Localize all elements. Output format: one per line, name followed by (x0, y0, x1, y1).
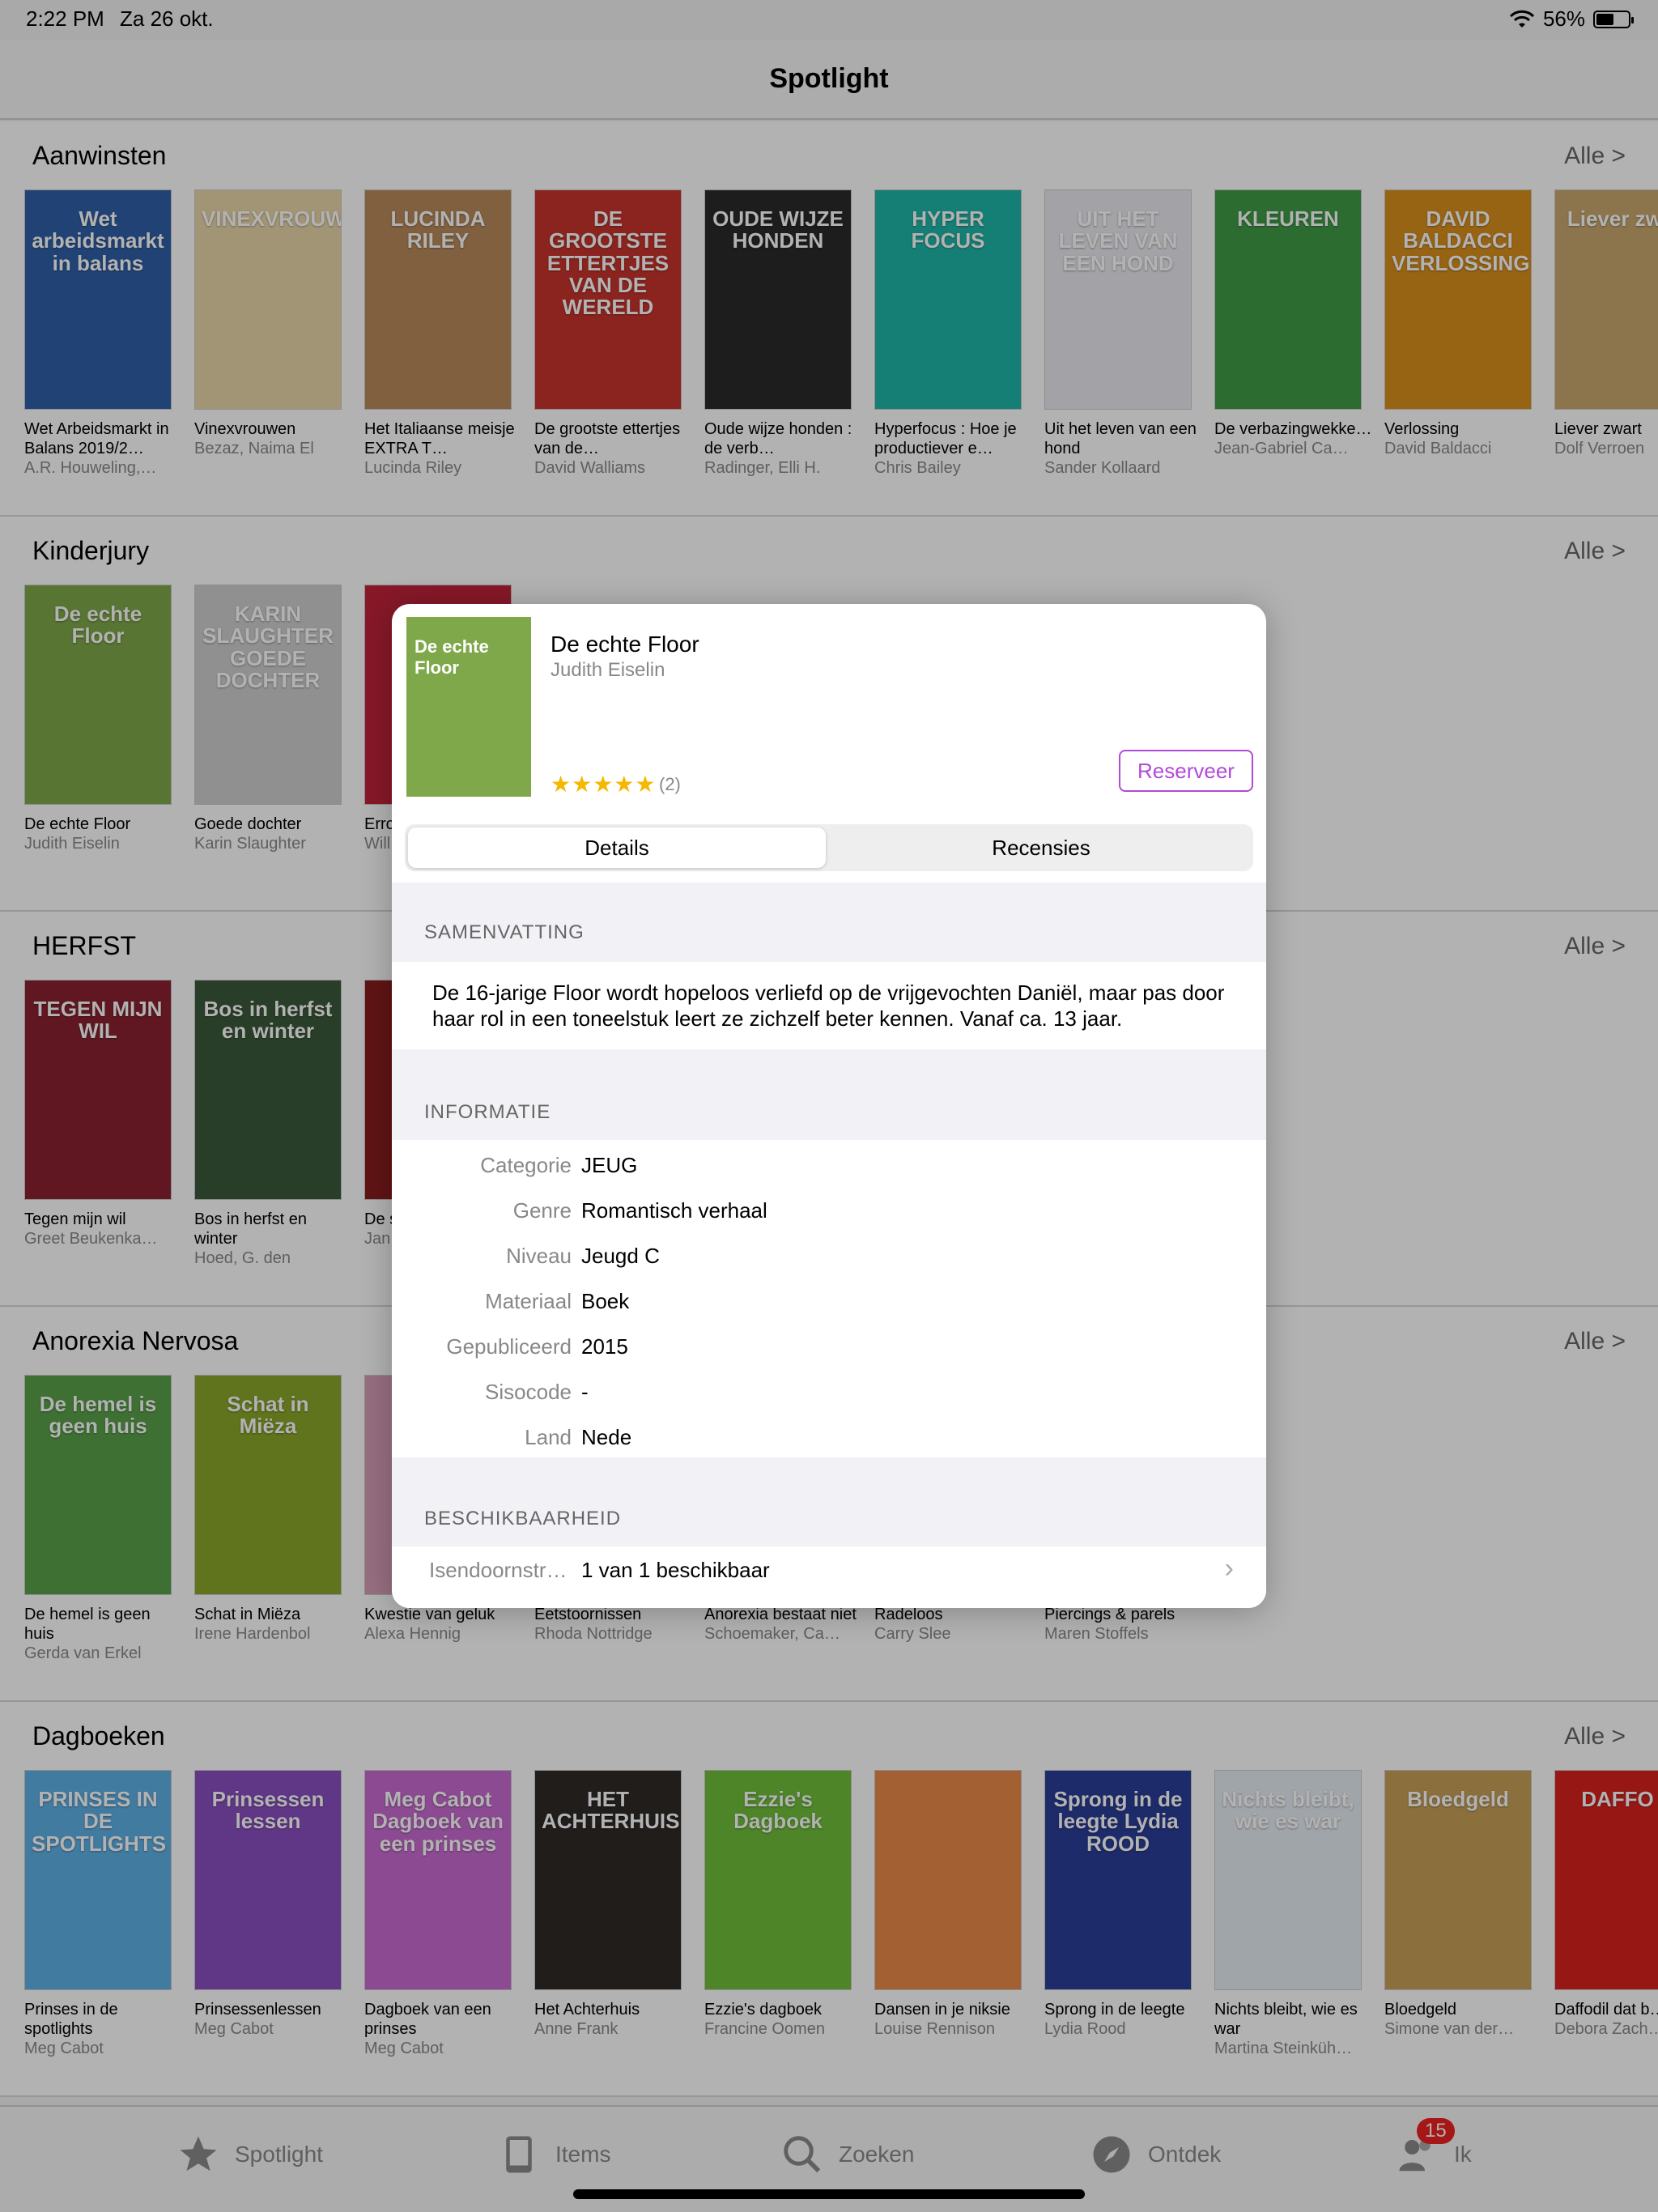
info-block: Categorie JEUG Genre Romantisch verhaal Nive… (392, 1140, 1266, 1457)
rating-count: (2) (659, 774, 681, 794)
chevron-right-icon: › (1224, 1553, 1234, 1584)
info-label: Land (525, 1425, 572, 1449)
info-value: JEUG (581, 1153, 638, 1177)
info-row: Land Nede (392, 1415, 1266, 1461)
modal-cover-title: De echte Floor (414, 636, 489, 678)
summary-text: De 16-jarige Floor wordt hopeloos verlie… (432, 981, 1225, 1031)
info-label: Niveau (506, 1244, 572, 1268)
info-row: Categorie JEUG (392, 1143, 1266, 1189)
segmented-control: Details Recensies (405, 824, 1253, 871)
info-value: - (581, 1380, 589, 1404)
rating-stars: ★★★★★ (551, 772, 657, 797)
info-value: Boek (581, 1289, 630, 1313)
info-row: Niveau Jeugd C (392, 1234, 1266, 1279)
summary-header: SAMENVATTING (424, 921, 585, 943)
info-value: Jeugd C (581, 1244, 660, 1268)
modal-book-title: De echte Floor (551, 632, 699, 657)
availability-status: 1 van 1 beschikbaar (581, 1558, 770, 1582)
modal-book-author: Judith Eiselin (551, 659, 665, 681)
info-label: Gepubliceerd (446, 1334, 572, 1359)
availability-location: Isendoornstr… (429, 1558, 568, 1582)
info-header: INFORMATIE (424, 1101, 551, 1123)
reserve-button[interactable]: Reserveer (1119, 750, 1253, 792)
info-label: Materiaal (485, 1289, 572, 1313)
modal-book-cover: De echte Floor (406, 617, 531, 797)
tab-details[interactable]: Details (408, 827, 826, 868)
availability-header: BESCHIKBAARHEID (424, 1508, 622, 1529)
modal-details-body[interactable]: SAMENVATTING De 16-jarige Floor wordt ho… (392, 883, 1266, 1608)
info-row: Sisocode - (392, 1370, 1266, 1415)
info-label: Categorie (480, 1153, 572, 1177)
book-detail-modal: De echte Floor De echte Floor Judith Eis… (392, 604, 1266, 1608)
info-value: Romantisch verhaal (581, 1198, 767, 1223)
tab-recensies[interactable]: Recensies (832, 827, 1250, 868)
info-row: Gepubliceerd 2015 (392, 1325, 1266, 1370)
info-row: Genre Romantisch verhaal (392, 1189, 1266, 1234)
availability-row[interactable]: Isendoornstr… 1 van 1 beschikbaar › (392, 1546, 1266, 1592)
info-label: Genre (512, 1198, 572, 1223)
info-value: 2015 (581, 1334, 628, 1359)
info-row: Materiaal Boek (392, 1279, 1266, 1325)
info-value: Nede (581, 1425, 632, 1449)
summary-block: De 16-jarige Floor wordt hopeloos verlie… (392, 962, 1266, 1049)
info-label: Sisocode (485, 1380, 572, 1404)
availability-block: Isendoornstr… 1 van 1 beschikbaar › (392, 1546, 1266, 1608)
